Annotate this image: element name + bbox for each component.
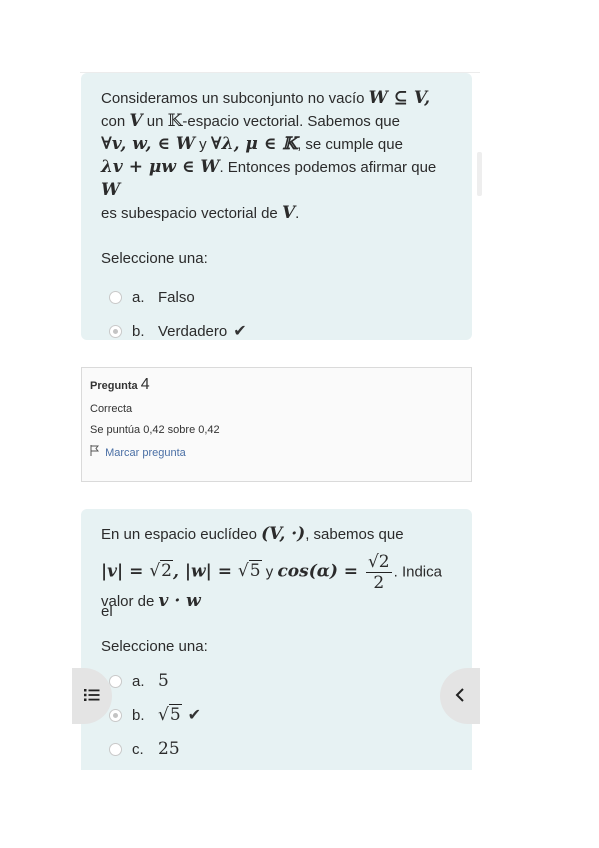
question-score: Se puntúa 0,42 sobre 0,42 <box>90 424 220 436</box>
radio-b[interactable] <box>109 708 122 722</box>
flag-question-link[interactable]: Marcar pregunta <box>90 445 463 459</box>
q3-option-b[interactable]: b. Verdadero ✔ <box>101 314 452 348</box>
q4-option-a[interactable]: a. 5 <box>101 664 452 698</box>
q3-option-a[interactable]: a. Falso <box>101 280 452 314</box>
radio-c[interactable] <box>109 742 122 756</box>
question-status: Correcta <box>90 403 133 415</box>
q3-prompt: Seleccione una: <box>101 250 208 267</box>
question-3-text: Consideramos un subconjunto no vacío W ⊆… <box>81 73 472 340</box>
checkmark-icon: ✔ <box>187 706 202 724</box>
radio-b[interactable] <box>109 324 122 338</box>
question-info: Pregunta 4 Correcta Se puntúa 0,42 sobre… <box>81 367 472 482</box>
checkmark-icon: ✔ <box>233 322 247 340</box>
radio-a[interactable] <box>109 674 122 688</box>
option-label: √5 <box>158 703 182 725</box>
question-number: Pregunta 4 <box>90 376 150 393</box>
radio-a[interactable] <box>109 290 122 304</box>
q4-option-c[interactable]: c. 25 <box>101 732 452 766</box>
option-label: 25 <box>158 738 180 759</box>
list-icon <box>84 686 100 707</box>
chevron-left-icon <box>455 686 465 707</box>
q4-option-b[interactable]: b. √5 ✔ <box>101 698 452 732</box>
option-label: Verdadero <box>158 322 228 340</box>
fraction: √2 2 <box>365 552 392 593</box>
flag-icon <box>90 445 102 459</box>
q3-answers: a. Falso b. Verdadero ✔ <box>101 280 452 348</box>
sqrt-5: √5 <box>237 560 262 582</box>
q4-prompt: Seleccione una: <box>101 638 208 655</box>
q4-statement: En un espacio euclídeo (V, ·), sabemos q… <box>101 524 442 620</box>
q3-statement: Consideramos un subconjunto no vacío W ⊆… <box>101 88 437 223</box>
q4-answers: a. 5 b. √5 ✔ c. 25 <box>101 664 452 766</box>
option-label: Falso <box>158 288 195 306</box>
scroll-indicator[interactable] <box>477 152 482 196</box>
sqrt-2: √2 <box>149 560 173 582</box>
question-4-text: En un espacio euclídeo (V, ·), sabemos q… <box>81 509 472 770</box>
option-label: 5 <box>158 670 169 691</box>
